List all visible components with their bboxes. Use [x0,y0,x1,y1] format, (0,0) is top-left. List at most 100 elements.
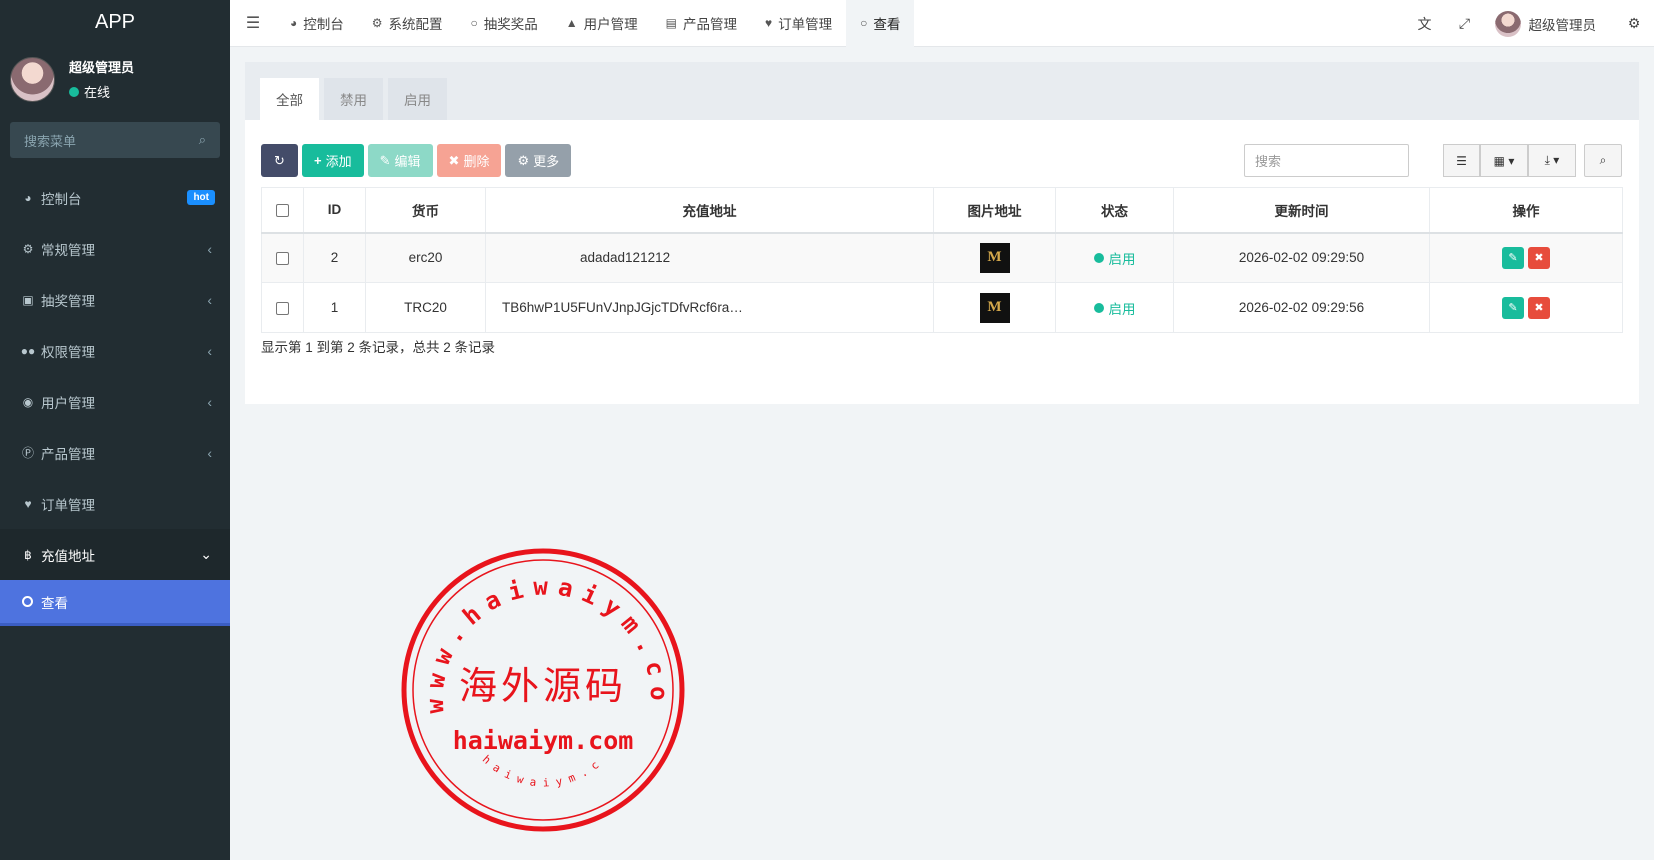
pencil-icon: ✎ [379,152,391,168]
pagination-info: 显示第 1 到第 2 条记录，总共 2 条记录 [261,340,496,355]
tab-view[interactable]: ○ 查看 [846,0,915,47]
col-updated[interactable]: 更新时间 [1173,187,1430,234]
tab-product-management[interactable]: ▤ 产品管理 [652,0,751,47]
edit-button[interactable]: ✎ 编辑 [367,144,433,177]
col-status[interactable]: 状态 [1055,187,1174,234]
user-name: 超级管理员 [69,60,135,75]
tab-enabled[interactable]: 启用 [388,78,447,120]
sidebar: APP 超级管理员 在线 搜索菜单 ⌕ ◕ 控制台 hot ⚙ 常规管理 ‹ ▣… [0,0,230,860]
chevron-left-icon: ‹ [207,291,212,308]
sidebar-subitem-view[interactable]: 查看 [0,580,230,626]
circle-icon: ○ [860,16,868,30]
sidebar-item-orders[interactable]: ♥ 订单管理 [0,478,230,529]
columns-button[interactable]: ▦ ▾ [1480,144,1528,177]
settings-icon[interactable]: ⚙ [1614,15,1654,32]
tab-user-management[interactable]: ▲ 用户管理 [552,0,652,47]
chevron-left-icon: ‹ [207,444,212,461]
app-logo[interactable]: APP [0,0,230,44]
sidebar-item-permissions[interactable]: ●● 权限管理 ‹ [0,325,230,376]
menu-toggle-icon[interactable]: ☰ [230,13,276,33]
bitcoin-icon: ฿ [24,547,32,562]
image-thumbnail[interactable]: M [979,242,1010,273]
sidebar-item-users[interactable]: ◉ 用户管理 ‹ [0,376,230,427]
shopping-bag-icon: ▤ [665,16,677,30]
tab-order-management[interactable]: ♥ 订单管理 [751,0,846,47]
status-dot-icon [1093,252,1104,263]
gear-icon: ⚙ [517,152,530,168]
row-delete-button[interactable]: ✖ [1528,246,1550,269]
sidebar-item-products[interactable]: Ⓟ 产品管理 ‹ [0,427,230,478]
group-icon: ●● [20,343,36,358]
plus-icon: + [314,153,322,168]
cell-address: TB6hwP1U5FUnVJnpJGjcTDfvRcf6ra… [485,282,934,333]
select-all-checkbox[interactable] [276,204,289,218]
cell-updated: 2026-02-02 09:29:50 [1173,232,1430,283]
pencil-icon: ✎ [1508,252,1518,265]
cell-image: M [933,232,1056,283]
advanced-search-button[interactable]: ⌕ [1584,144,1622,177]
gear-icon: ⚙ [371,16,383,30]
trash-icon: ✖ [1534,252,1544,265]
content-panel: 全部 禁用 启用 ↻ + 添加 ✎ 编辑 ✖ 删除 ⚙ 更多 搜索 ☰ ▦ ▾ ⤓ ▾ … [245,62,1639,404]
tab-disabled[interactable]: 禁用 [324,78,383,120]
status-badge[interactable]: 启用 [1093,298,1136,318]
user-panel: 超级管理员 在线 [0,44,230,114]
table-tools: ☰ ▦ ▾ ⤓ ▾ ⌕ [1443,144,1622,177]
avatar [1494,10,1521,37]
more-button[interactable]: ⚙ 更多 [505,144,572,177]
refresh-icon: ↻ [274,152,285,168]
topbar: ☰ ◕ 控制台 ⚙ 系统配置 ○ 抽奖奖品 ▲ 用户管理 ▤ 产品管理 ♥ 订单管理 ○ 查看… [230,0,1654,47]
hot-badge: hot [187,190,215,205]
fullscreen-icon[interactable]: ⤢ [1445,15,1485,32]
row-select-cell [261,232,304,283]
tab-all[interactable]: 全部 [260,78,319,120]
row-edit-button[interactable]: ✎ [1502,296,1524,319]
cell-image: M [933,282,1056,333]
col-currency[interactable]: 货币 [365,187,486,234]
sidebar-item-dashboard[interactable]: ◕ 控制台 hot [0,172,230,223]
col-image[interactable]: 图片地址 [933,187,1056,234]
chevron-left-icon: ‹ [207,393,212,410]
delete-button[interactable]: ✖ 删除 [436,144,502,177]
sidebar-item-recharge-address[interactable]: ฿ 充值地址 ⌄ [0,529,230,580]
row-select-cell [261,282,304,333]
row-checkbox[interactable] [276,252,289,266]
row-delete-button[interactable]: ✖ [1528,296,1550,319]
online-dot-icon [69,86,79,97]
user-menu[interactable]: 超级管理员 [1485,10,1615,37]
sidebar-search-input[interactable]: 搜索菜单 ⌕ [10,122,220,158]
dashboard-icon: ◕ [24,190,32,205]
export-button[interactable]: ⤓ ▾ [1528,144,1576,177]
tab-lottery-prizes[interactable]: ○ 抽奖奖品 [457,0,552,47]
col-id[interactable]: ID [303,187,366,234]
user-circle-icon: ◉ [22,394,34,409]
image-thumbnail[interactable]: M [979,292,1010,323]
add-button[interactable]: + 添加 [302,144,364,177]
list-icon: ☰ [1456,153,1467,168]
stamp-domain-text: haiwaiym.com [453,726,634,755]
cell-currency: erc20 [365,232,486,283]
col-actions: 操作 [1429,187,1623,234]
status-badge[interactable]: 启用 [1093,248,1136,268]
dashboard-icon: ◕ [290,16,298,30]
row-edit-button[interactable]: ✎ [1502,246,1524,269]
search-icon: ⌕ [1599,153,1607,167]
sidebar-item-lottery[interactable]: ▣ 抽奖管理 ‹ [0,274,230,325]
row-checkbox[interactable] [276,301,289,315]
sidebar-item-general[interactable]: ⚙ 常规管理 ‹ [0,223,230,274]
language-icon[interactable]: 文 [1405,14,1445,34]
chevron-left-icon: ‹ [207,240,212,257]
tab-dashboard[interactable]: ◕ 控制台 [276,0,358,47]
trash-icon: ✖ [448,152,460,168]
toggle-view-button[interactable]: ☰ [1443,144,1480,177]
trash-icon: ✖ [1534,302,1544,314]
refresh-button[interactable]: ↻ [261,144,298,177]
tab-system-config[interactable]: ⚙ 系统配置 [358,0,457,47]
circle-icon [22,596,33,607]
watermark-stamp: www.haiwaiym.com 海外源码 haiwaiym.com haiwa… [398,545,685,832]
export-icon: ⤓ ▾ [1544,153,1560,167]
pencil-icon: ✎ [1508,302,1518,314]
table-search-input[interactable]: 搜索 [1244,144,1409,177]
heartbeat-icon: ♥ [765,16,773,30]
col-address[interactable]: 充值地址 [485,187,934,234]
